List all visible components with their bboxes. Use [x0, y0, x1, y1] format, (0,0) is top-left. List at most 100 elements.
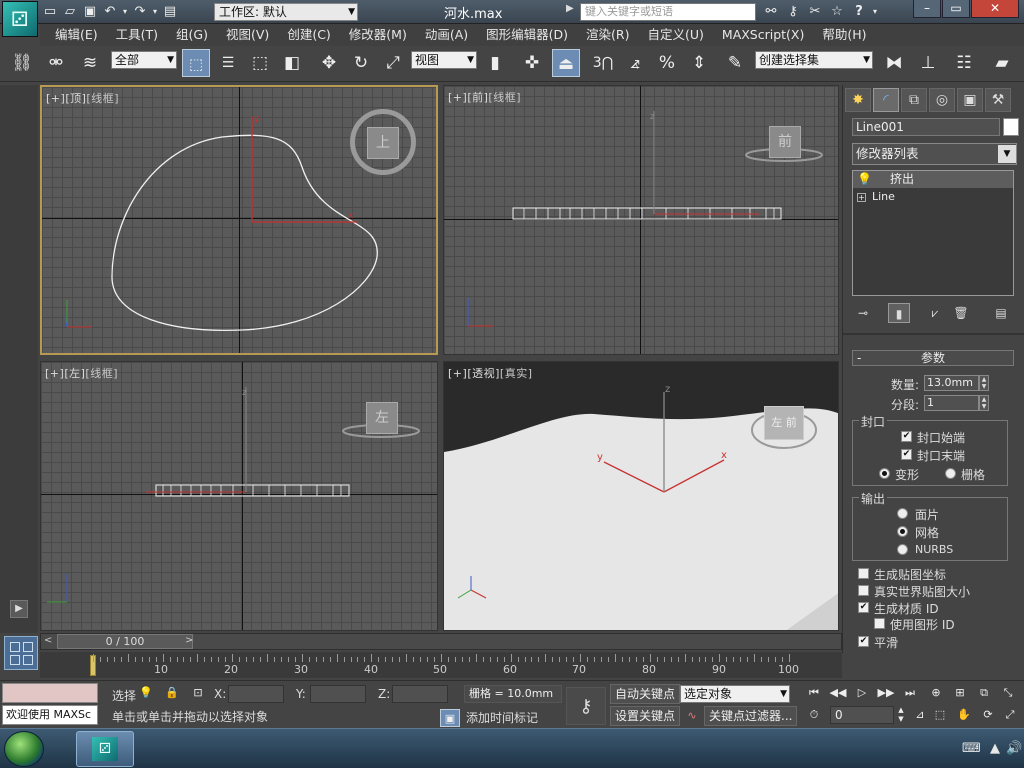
zoom-extents-all-icon[interactable]: ⤡ [998, 684, 1018, 702]
viewport-menu[interactable]: [+] [45, 367, 64, 380]
mesh-radio[interactable] [897, 526, 908, 537]
segments-spinner[interactable]: 1 ▲ ▼ [924, 395, 989, 411]
taskbar-3dsmax-button[interactable]: ⚂ [76, 731, 134, 767]
menu-create[interactable]: 创建(C) [278, 24, 339, 46]
viewport-front-label[interactable]: [+][前][线框] [448, 89, 521, 105]
menu-customize[interactable]: 自定义(U) [639, 24, 713, 46]
viewcube-front[interactable]: 前 [769, 126, 801, 158]
motion-tab-icon[interactable]: ◎ [929, 88, 955, 112]
key-filters-button[interactable]: 关键点过滤器... [704, 706, 798, 726]
menu-animation[interactable]: 动画(A) [416, 24, 477, 46]
remove-modifier-icon[interactable]: 🗑 [950, 303, 972, 323]
viewport-shading-mode[interactable]: [真实] [500, 367, 533, 380]
viewport-menu[interactable]: [+] [448, 367, 467, 380]
menu-edit[interactable]: 编辑(E) [46, 24, 107, 46]
favorites-star-icon[interactable]: ☆ [826, 2, 848, 22]
grid-radio[interactable] [945, 468, 956, 479]
zoom-icon[interactable]: ⊕ [926, 684, 946, 702]
viewport-menu[interactable]: [+] [46, 92, 65, 105]
lightbulb-icon[interactable]: 💡 [857, 172, 872, 186]
object-color-swatch[interactable] [1003, 118, 1019, 136]
new-file-icon[interactable]: ▭ [40, 2, 60, 22]
maximize-viewport-icon[interactable]: ⤢ [1000, 706, 1020, 724]
viewport-view-name[interactable]: [前] [467, 91, 488, 104]
stack-item-extrude[interactable]: 💡 挤出 [853, 171, 1013, 188]
current-frame-field[interactable]: 0 [830, 706, 894, 724]
subscription-key-icon[interactable]: ⚷ [782, 2, 804, 22]
generate-material-ids-checkbox[interactable]: ✔ [858, 602, 869, 613]
viewport-front[interactable]: z 前 [+][前][线框] [443, 85, 839, 355]
key-tangent-icon[interactable]: ∿ [682, 707, 702, 725]
menu-modifiers[interactable]: 修改器(M) [340, 24, 416, 46]
open-file-icon[interactable]: ▱ [60, 2, 80, 22]
viewcube-left[interactable]: 左 [366, 402, 398, 434]
make-unique-icon[interactable]: ⩗ [924, 303, 946, 323]
viewcube-perspective[interactable]: 左 前 [764, 406, 804, 440]
maxscript-listener-field[interactable]: 欢迎使用 MAXSc [2, 705, 98, 725]
select-and-manipulate-icon[interactable]: ✜ [518, 49, 546, 77]
search-input[interactable]: 键入关键字或短语 [580, 3, 756, 21]
undo-icon[interactable]: ↶ [100, 2, 120, 22]
bind-space-warp-icon[interactable]: ≋ [76, 49, 104, 77]
amount-spinner[interactable]: 13.0mm ▲ ▼ [924, 375, 989, 391]
cap-start-checkbox[interactable]: ✔ [901, 431, 912, 442]
select-object-icon[interactable]: ⬚ [182, 49, 210, 77]
select-and-scale-icon[interactable]: ⤢ [379, 49, 407, 77]
viewport-view-name[interactable]: [顶] [65, 92, 86, 105]
morph-radio[interactable] [879, 468, 890, 479]
start-button[interactable] [4, 731, 44, 767]
menu-graph-editors[interactable]: 图形编辑器(D) [477, 24, 577, 46]
create-tab-icon[interactable]: ✸ [845, 88, 871, 112]
selection-filter-dropdown[interactable]: 全部 ▼ [111, 51, 177, 69]
keyboard-tray-icon[interactable]: ⌨ [962, 741, 981, 756]
orbit-icon[interactable]: ⟳ [978, 706, 998, 724]
play-icon[interactable]: ▷ [852, 684, 872, 702]
layer-manager-icon[interactable]: ☷ [950, 49, 978, 77]
show-end-result-icon[interactable]: ▮ [888, 303, 910, 323]
viewport-layout-button[interactable] [4, 636, 38, 670]
viewport-menu[interactable]: [+] [448, 91, 467, 104]
object-name-field[interactable]: Line001 [852, 118, 1000, 136]
selection-lock-icon[interactable]: 🔒 [162, 684, 182, 702]
select-by-name-icon[interactable]: ☰ [214, 49, 242, 77]
viewport-view-name[interactable]: [透视] [467, 367, 500, 380]
render-setup-icon[interactable]: ▰ [988, 49, 1016, 77]
time-slider-prev-icon[interactable]: < [44, 635, 52, 646]
key-mode-selected-objects-dropdown[interactable]: 选定对象 ▼ [680, 685, 790, 703]
hierarchy-tab-icon[interactable]: ⧉ [901, 88, 927, 112]
save-file-icon[interactable]: ▣ [80, 2, 100, 22]
expand-arrow-icon[interactable]: ▶ [10, 600, 28, 618]
menu-help[interactable]: 帮助(H) [813, 24, 875, 46]
viewport-left[interactable]: z 左 [+][左][线框] [40, 361, 438, 631]
spinner-snap-icon[interactable]: ⇕ [685, 49, 713, 77]
spinner-arrows-icon[interactable]: ▲ ▼ [979, 395, 989, 411]
expand-plus-icon[interactable]: + [857, 193, 866, 202]
maximize-button[interactable]: ▭ [942, 0, 970, 18]
use-shape-ids-checkbox[interactable] [874, 618, 885, 629]
isolate-selection-icon[interactable]: 💡 [136, 684, 156, 702]
viewport-left-label[interactable]: [+][左][线框] [45, 365, 118, 381]
viewport-top-label[interactable]: [+][顶][线框] [46, 90, 119, 106]
set-key-icon[interactable]: ⚷ [566, 687, 606, 725]
add-time-tag-icon[interactable]: ▣ [440, 709, 460, 727]
next-frame-icon[interactable]: ▶▶ [876, 684, 896, 702]
cap-end-checkbox[interactable]: ✔ [901, 449, 912, 460]
viewport-perspective[interactable]: x y z 左 前 [+][透视][真实] [443, 361, 839, 631]
search-expand-icon[interactable]: ▶ [566, 3, 574, 14]
smooth-checkbox[interactable]: ✔ [858, 636, 869, 647]
menu-tools[interactable]: 工具(T) [107, 24, 167, 46]
viewport-shading-mode[interactable]: [线框] [488, 91, 521, 104]
display-tab-icon[interactable]: ▣ [957, 88, 983, 112]
percent-snap-icon[interactable]: % [653, 49, 681, 77]
named-selection-sets-dropdown[interactable]: 创建选择集 ▼ [755, 51, 873, 69]
patch-radio[interactable] [897, 508, 908, 519]
time-slider-next-icon[interactable]: > [185, 635, 193, 646]
redo-icon[interactable]: ↷ [130, 2, 150, 22]
set-key-button[interactable]: 设置关键点 [610, 706, 681, 726]
stack-item-line[interactable]: + Line [853, 188, 1013, 205]
redo-dropdown-icon[interactable]: ▾ [150, 2, 160, 22]
mirror-icon[interactable]: ⧓ [880, 49, 908, 77]
x-coord-field[interactable] [228, 685, 284, 703]
modifier-list-dropdown[interactable]: 修改器列表 ▼ [852, 143, 1017, 165]
select-and-move-icon[interactable]: ✥ [315, 49, 343, 77]
